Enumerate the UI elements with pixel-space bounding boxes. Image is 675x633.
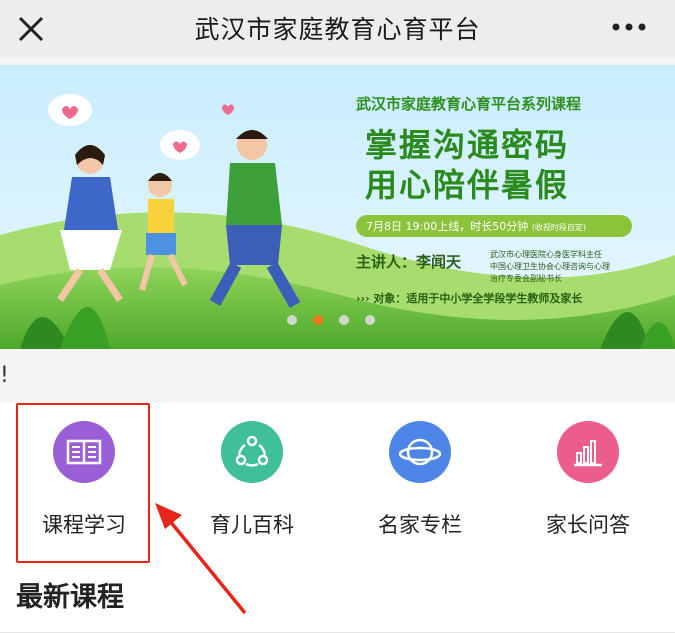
banner-headline-2: 用心陪伴暑假: [365, 166, 570, 204]
carousel-dot-active[interactable]: [313, 315, 323, 325]
more-icon[interactable]: [611, 17, 647, 37]
carousel-dot[interactable]: [339, 315, 349, 325]
menu-label: 名家专栏: [378, 513, 462, 537]
course-banner[interactable]: 武汉市家庭教育心育平台系列课程 掌握沟通密码 用心陪伴暑假 7月8日 19:00…: [0, 65, 675, 349]
highlight-box: [16, 403, 150, 563]
banner-schedule-note: (收视时段自定): [531, 223, 586, 232]
menu-item-expert-column[interactable]: 名家专栏: [336, 403, 504, 553]
function-menu: 课程学习 育儿百科 名家专栏 家长问答 最新课程: [0, 403, 675, 633]
banner-speaker: 主讲人：李闻天: [356, 253, 462, 271]
banner-speaker-title-1: 武汉市心理医院心身医学科主任: [490, 250, 602, 259]
arrow-icon: [155, 503, 247, 615]
banner-schedule-text: 7月8日 19:00上线，时长50分钟: [366, 220, 529, 233]
banner-schedule: 7月8日 19:00上线，时长50分钟 (收视时段自定): [366, 218, 586, 234]
notice-bar: !: [0, 351, 675, 401]
carousel-dot[interactable]: [365, 315, 375, 325]
page-title: 武汉市家庭教育心育平台: [194, 15, 481, 44]
menu-icon-bg: [557, 421, 619, 483]
planet-icon: [398, 438, 442, 466]
menu-label: 家长问答: [546, 513, 630, 537]
section-title: 最新课程: [16, 582, 124, 613]
notice-text: !: [0, 363, 9, 388]
banner-speaker-title-2: 中国心理卫生协会心理咨询与心理: [490, 262, 610, 271]
menu-item-parent-qa[interactable]: 家长问答: [504, 403, 672, 553]
top-bar: 武汉市家庭教育心育平台: [0, 0, 675, 58]
bar-chart-icon: [574, 440, 602, 467]
banner-audience: ››› 对象：适用于中小学全学段学生教师及家长: [356, 292, 583, 305]
banner-series-title: 武汉市家庭教育心育平台系列课程: [356, 95, 582, 113]
nodes-icon: [235, 435, 269, 467]
menu-icon-bg: [389, 421, 451, 483]
banner-speaker-title-3: 治疗专委会副秘书长: [490, 274, 562, 283]
carousel-dot[interactable]: [287, 315, 297, 325]
menu-icon-bg: [221, 421, 283, 483]
